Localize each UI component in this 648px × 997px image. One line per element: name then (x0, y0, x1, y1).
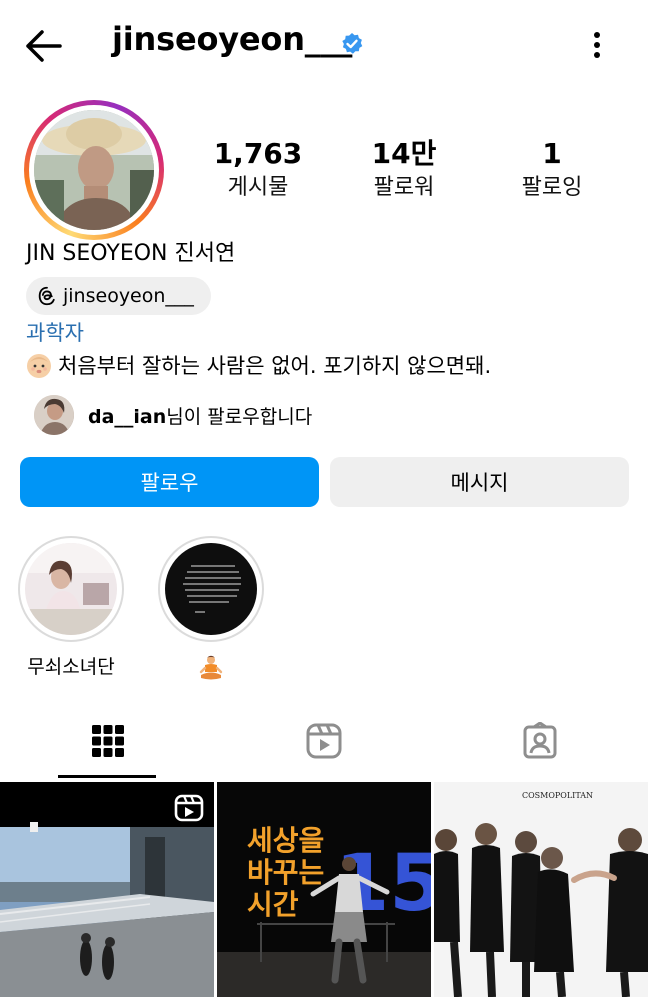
profile-username: jinseoyeon___ (112, 20, 353, 58)
meditation-emoji-icon (199, 655, 223, 679)
mutual-follower-avatar (34, 395, 74, 435)
tab-posts[interactable] (0, 705, 216, 777)
threads-link[interactable]: jinseoyeon___ (26, 277, 211, 315)
following-count-value: 1 (542, 137, 562, 170)
posts-count-value: 1,763 (213, 137, 303, 170)
highlight-cover (25, 543, 117, 635)
followers-count[interactable]: 14만 팔로워 (334, 136, 474, 204)
following-count[interactable]: 1 팔로잉 (482, 136, 622, 204)
highlight-item[interactable]: 무쇠소녀단 (16, 536, 126, 680)
post-text-line1: 세상을 (247, 824, 324, 857)
threads-handle: jinseoyeon___ (63, 285, 194, 307)
full-name: JIN SEOYEON 진서연 (26, 241, 236, 266)
highlight-label (156, 654, 266, 681)
message-button[interactable]: 메시지 (330, 457, 629, 507)
back-arrow-icon[interactable] (22, 26, 66, 66)
reels-icon (306, 723, 342, 759)
mutual-follower-text: da__ian님이 팔로우합니다 (88, 402, 312, 429)
tab-tagged[interactable] (432, 705, 648, 777)
profile-avatar[interactable] (24, 100, 164, 240)
posts-count[interactable]: 1,763 게시물 (188, 136, 328, 204)
post-caption: COSMOPOLITAN (522, 791, 593, 800)
post-text-line3: 시간 (247, 888, 299, 921)
following-count-label: 팔로잉 (521, 175, 583, 200)
followers-count-label: 팔로워 (373, 175, 435, 200)
post-grid: 세상을 바꾸는 시간 15 COSMOPOLITAN (0, 782, 648, 997)
verified-badge-icon (340, 32, 364, 56)
baby-emoji-icon (27, 354, 51, 378)
threads-icon (38, 286, 55, 306)
more-vertical-icon[interactable] (582, 28, 612, 64)
tab-reels[interactable] (216, 705, 432, 777)
top-bar: jinseoyeon___ (0, 0, 648, 90)
mutual-follower-suffix: 님이 팔로우합니다 (166, 405, 313, 428)
active-tab-indicator (58, 775, 156, 778)
mutual-follower-username: da__ian (88, 405, 167, 428)
avatar-photo (34, 110, 154, 230)
followers-count-value: 14만 (371, 137, 437, 170)
post-text-line2: 바꾸는 (247, 856, 324, 889)
post-thumbnail[interactable]: COSMOPOLITAN (434, 782, 648, 997)
profile-category[interactable]: 과학자 (26, 318, 84, 348)
grid-icon (92, 725, 124, 757)
profile-bio: 처음부터 잘하는 사람은 없어. 포기하지 않으면돼. (26, 351, 491, 381)
highlight-item[interactable] (156, 536, 266, 681)
bio-text: 처음부터 잘하는 사람은 없어. 포기하지 않으면돼. (58, 354, 492, 378)
post-thumbnail[interactable] (0, 782, 214, 997)
tagged-icon (523, 722, 557, 759)
profile-tabs (0, 705, 648, 778)
follow-button[interactable]: 팔로우 (20, 457, 319, 507)
posts-count-label: 게시물 (227, 175, 289, 200)
mutual-follower[interactable]: da__ian님이 팔로우합니다 (34, 394, 312, 436)
post-thumbnail[interactable]: 세상을 바꾸는 시간 15 (217, 782, 431, 997)
highlight-cover (165, 543, 257, 635)
highlight-label: 무쇠소녀단 (27, 656, 115, 678)
